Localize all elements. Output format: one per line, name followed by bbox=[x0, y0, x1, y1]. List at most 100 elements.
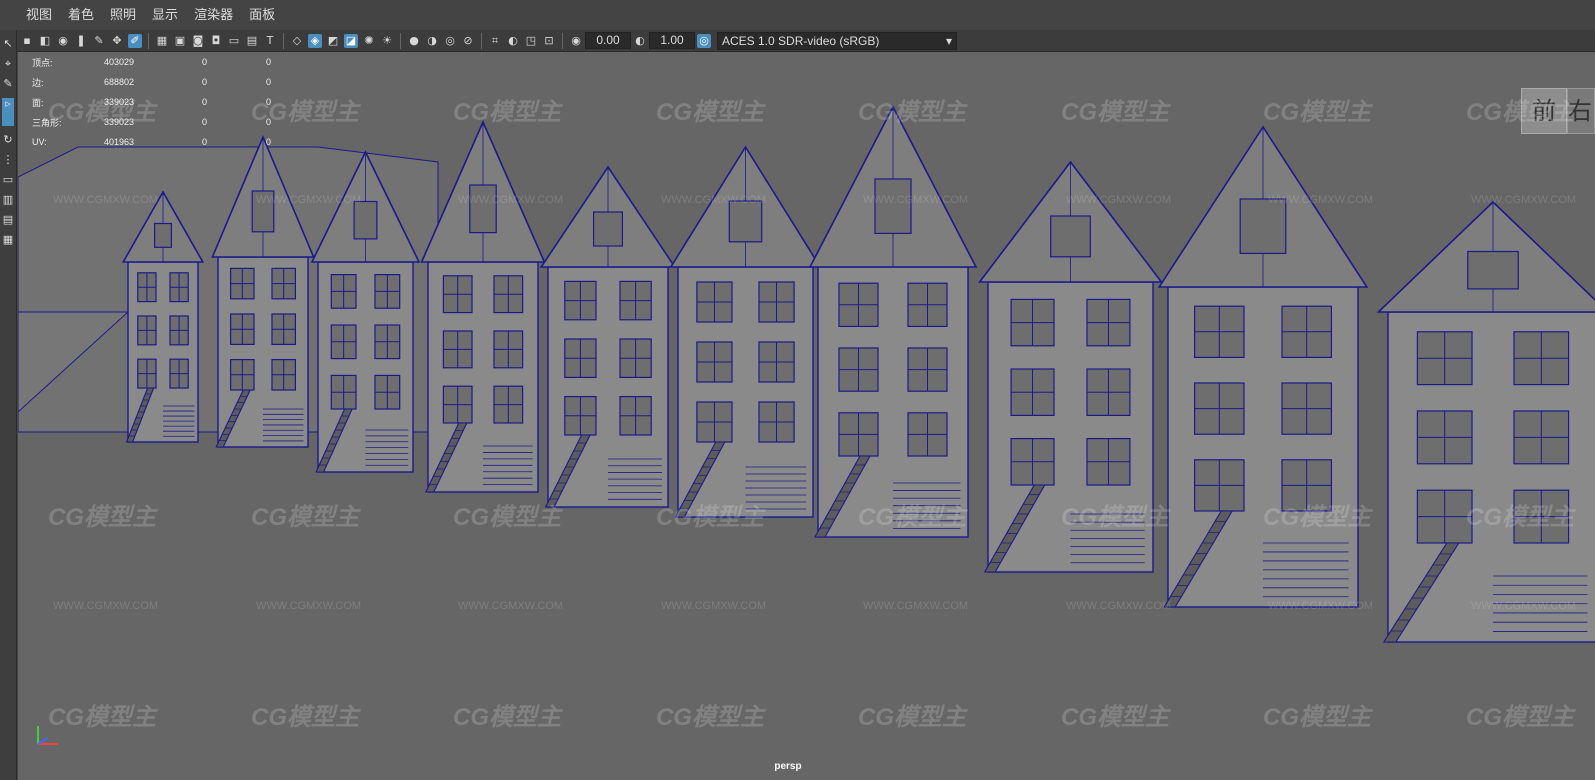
film-gate-icon[interactable]: ▣ bbox=[173, 34, 187, 48]
resolution-gate-icon[interactable]: ◙ bbox=[191, 34, 205, 48]
watermark-url: WWW.CGMXW.COM bbox=[1066, 194, 1172, 206]
watermark-url: WWW.CGMXW.COM bbox=[661, 194, 767, 206]
depth-of-field-icon[interactable]: ⊘ bbox=[461, 34, 475, 48]
toolbar-separator bbox=[400, 32, 401, 49]
maya-window: 视图 着色 照明 显示 渲染器 面板 ▪ ◧ ◉ ❚ ✎ ✥ ✐ ▦ ▣ ◙ ◘ ▭ ▤ T ◇ ◈ ◩ ◪ ✺ ☀ ● ◑ ◎ ⊘ ⌗ ◐… bbox=[0, 0, 1595, 780]
safe-action-icon[interactable]: ▤ bbox=[245, 34, 259, 48]
move-tool-icon[interactable]: ▹ bbox=[2, 98, 14, 126]
hud-v1: 401963 bbox=[104, 137, 135, 147]
watermark-logo: CG模型主 bbox=[1061, 99, 1169, 126]
watermark-logo: CG模型主 bbox=[1061, 704, 1169, 731]
watermark-url: WWW.CGMXW.COM bbox=[1471, 194, 1577, 206]
watermark-logo: CG模型主 bbox=[656, 99, 764, 126]
snapshot-icon[interactable]: ◉ bbox=[56, 34, 70, 48]
watermark-logo: CG模型主 bbox=[1466, 99, 1574, 126]
attic-window bbox=[874, 178, 912, 235]
grease-pencil-icon[interactable]: ✎ bbox=[92, 34, 106, 48]
xray-joints-icon[interactable]: ◳ bbox=[524, 34, 538, 48]
motion-blur-icon[interactable]: ◑ bbox=[425, 34, 439, 48]
film-icon[interactable]: ◧ bbox=[38, 34, 52, 48]
paint-icon[interactable]: ✐ bbox=[128, 33, 142, 48]
chevron-down-icon: ▾ bbox=[945, 33, 952, 48]
panel-toolbar: ▪ ◧ ◉ ❚ ✎ ✥ ✐ ▦ ▣ ◙ ◘ ▭ ▤ T ◇ ◈ ◩ ◪ ✺ ☀ ● ◑ ◎ ⊘ ⌗ ◐ ◳ ⊡ ◉ 0.00 ◐ 1.00 ◎ A… bbox=[0, 30, 1595, 52]
smooth-shade-icon[interactable]: ◈ bbox=[308, 33, 322, 48]
hud-v1: 688802 bbox=[104, 77, 135, 87]
watermark-url: WWW.CGMXW.COM bbox=[458, 194, 564, 206]
layout-four-icon[interactable]: ▥ bbox=[2, 194, 14, 206]
toolbar-separator bbox=[562, 32, 563, 49]
attic-window bbox=[154, 222, 173, 248]
ambient-occlusion-icon[interactable]: ● bbox=[407, 34, 421, 48]
watermark-logo: CG模型主 bbox=[453, 99, 561, 126]
2d-pan-icon[interactable]: ✥ bbox=[110, 34, 124, 48]
layout-single-icon[interactable]: ▭ bbox=[2, 174, 14, 186]
menu-item[interactable]: 照明 bbox=[102, 0, 144, 30]
menu-item[interactable]: 显示 bbox=[144, 0, 186, 30]
watermark-logo: CG模型主 bbox=[858, 704, 966, 731]
toolbar-separator bbox=[283, 32, 284, 49]
watermark-url: WWW.CGMXW.COM bbox=[863, 194, 969, 206]
rotate-tool-icon[interactable]: ↻ bbox=[2, 134, 14, 146]
watermark-url: WWW.CGMXW.COM bbox=[256, 600, 362, 612]
watermark-logo: CG模型主 bbox=[858, 99, 966, 126]
lights-icon[interactable]: ✺ bbox=[362, 34, 376, 48]
axis-gizmo bbox=[37, 726, 58, 745]
color-space-dropdown[interactable]: ACES 1.0 SDR-video (sRGB) ▾ bbox=[717, 31, 957, 50]
camera-icon[interactable]: ▪ bbox=[20, 34, 34, 48]
grid-icon[interactable]: ▦ bbox=[155, 34, 169, 48]
hud-v3: 0 bbox=[266, 77, 272, 87]
hud-row: UV: 401963 0 0 bbox=[32, 132, 286, 152]
hud-label: UV: bbox=[32, 137, 47, 147]
wireframe-on-shaded-icon[interactable]: ◩ bbox=[326, 34, 340, 48]
hud-row: 顶点: 403029 0 0 bbox=[32, 52, 286, 72]
color-management-icon[interactable]: ◎ bbox=[697, 33, 711, 48]
shadows-icon[interactable]: ☀ bbox=[380, 34, 394, 48]
safe-title-icon[interactable]: T bbox=[263, 34, 277, 48]
hud-v3: 0 bbox=[266, 137, 272, 147]
menu-item[interactable]: 渲染器 bbox=[186, 0, 241, 30]
gamma-field[interactable]: 1.00 bbox=[649, 32, 695, 49]
isolate-icon[interactable]: ⌗ bbox=[488, 34, 502, 48]
lasso-tool-icon[interactable]: ⌖ bbox=[2, 58, 14, 70]
perspective-viewport[interactable]: 顶点: 403029 0 0 边: 688802 0 0 面: 339023 0 0 三角形: 33902… bbox=[18, 52, 1595, 780]
select-tool-icon[interactable]: ↖ bbox=[2, 38, 14, 50]
watermark-logo: CG模型主 bbox=[48, 99, 156, 126]
watermark-logo: CG模型主 bbox=[251, 704, 359, 731]
gate-mask-icon[interactable]: ◘ bbox=[209, 34, 223, 48]
watermark-logo: CG模型主 bbox=[1263, 99, 1371, 126]
color-space-label: ACES 1.0 SDR-video (sRGB) bbox=[722, 33, 880, 48]
bookmark-icon[interactable]: ❚ bbox=[74, 34, 88, 48]
xray-icon[interactable]: ◐ bbox=[506, 34, 520, 48]
attic-window bbox=[728, 200, 763, 243]
attic-window bbox=[1239, 198, 1287, 255]
watermark-url: WWW.CGMXW.COM bbox=[661, 600, 767, 612]
menu-item[interactable]: 视图 bbox=[18, 0, 60, 30]
anti-alias-icon[interactable]: ◎ bbox=[443, 34, 457, 48]
menu-item[interactable]: 着色 bbox=[60, 0, 102, 30]
field-chart-icon[interactable]: ▭ bbox=[227, 34, 241, 48]
scale-tool-icon[interactable]: ⋮ bbox=[2, 154, 14, 166]
watermark-url: WWW.CGMXW.COM bbox=[53, 600, 159, 612]
watermark-logo: CG模型主 bbox=[1061, 504, 1169, 531]
menu-item[interactable]: 面板 bbox=[241, 0, 283, 30]
wireframe-icon[interactable]: ◇ bbox=[290, 34, 304, 48]
attic-window bbox=[592, 211, 623, 247]
watermark-url: WWW.CGMXW.COM bbox=[1471, 600, 1577, 612]
watermark-url: WWW.CGMXW.COM bbox=[1268, 600, 1374, 612]
watermark-logo: CG模型主 bbox=[858, 504, 966, 531]
watermark-url: WWW.CGMXW.COM bbox=[863, 600, 969, 612]
hud-label: 顶点: bbox=[32, 57, 53, 68]
exposure-field[interactable]: 0.00 bbox=[585, 32, 631, 49]
layout-two-icon[interactable]: ▤ bbox=[2, 214, 14, 226]
paint-select-icon[interactable]: ✎ bbox=[2, 78, 14, 90]
gamma-icon: ◐ bbox=[635, 33, 645, 47]
exposure-icon: ◉ bbox=[571, 33, 581, 47]
outliner-icon[interactable]: ▦ bbox=[2, 234, 14, 246]
camera-name: persp bbox=[774, 761, 802, 772]
watermark-url: WWW.CGMXW.COM bbox=[1066, 600, 1172, 612]
watermark-logo: CG模型主 bbox=[453, 704, 561, 731]
hud-label: 边: bbox=[32, 77, 44, 88]
textured-icon[interactable]: ◪ bbox=[344, 33, 358, 48]
backface-icon[interactable]: ⊡ bbox=[542, 34, 556, 48]
left-toolbox: ↖ ⌖ ✎ ▹ ↻ ⋮ ▭ ▥ ▤ ▦ bbox=[0, 30, 17, 780]
